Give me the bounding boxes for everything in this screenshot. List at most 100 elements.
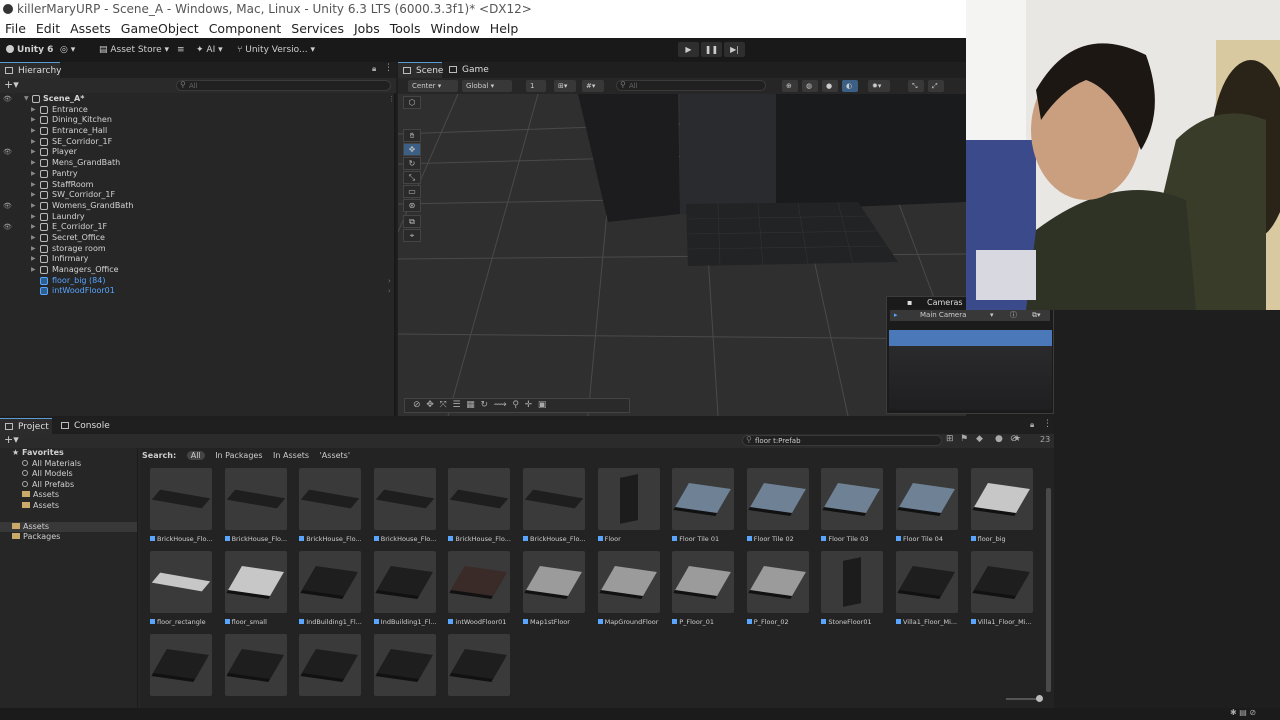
favorite-assets-2[interactable]: Assets [0,501,137,512]
tab-scene[interactable]: Scene [398,62,443,78]
scale-tool[interactable]: ⤡ [403,171,421,184]
layout-menu-button[interactable]: ≡ [177,43,185,58]
asset-tile[interactable]: Floor Tile 03 [821,468,887,546]
expand-arrow-icon[interactable]: ▶ [31,105,36,116]
asset-tile[interactable]: MapGroundFloor [597,551,664,629]
overlay-tool-icon[interactable]: ⊘ ✥ ⤧ ☰ ▦ ↻ ⟿ ⚲ ✛ ▣ [413,400,546,410]
menu-component[interactable]: Component [209,19,282,38]
asset-tile[interactable] [373,634,440,712]
hand-tool[interactable]: ✋︎ [403,129,421,142]
shading-wire[interactable]: ◍ [802,80,818,92]
expand-arrow-icon[interactable]: ▶ [31,244,36,255]
asset-tile[interactable]: P_Floor_01 [672,551,738,629]
open-prefab-arrow-icon[interactable]: › [388,276,391,287]
asset-store-button[interactable]: ▤ Asset Store ▾ [99,43,169,58]
rect-tool[interactable]: ▭ [403,185,421,198]
visibility-icon[interactable]: 👁︎ [3,94,12,105]
filter-assets-folder[interactable]: 'Assets' [320,451,350,460]
snapshot-icon[interactable]: ⧉▾ [1032,310,1041,321]
hierarchy-item[interactable]: ▶ Laundry [0,212,394,223]
asset-tile[interactable]: BrickHouse_Flo... [523,468,589,546]
hierarchy-item[interactable]: ▶ SW_Corridor_1F [0,190,394,201]
probe-tool[interactable]: ⌖ [403,229,421,242]
filter-in-assets[interactable]: In Assets [273,451,309,460]
info-icon[interactable]: ⓘ [1010,310,1017,321]
asset-tile[interactable]: IndBuilding1_Fl... [299,551,365,629]
grid-toggle[interactable]: #▾ [582,80,604,92]
asset-tile[interactable]: floor_big [970,468,1037,546]
account-button[interactable]: Unity 6 [6,43,53,58]
asset-tile[interactable]: BrickHouse_Flo... [299,468,365,546]
hierarchy-item[interactable]: ▶ Dining_Kitchen [0,115,394,126]
tab-console[interactable]: Console [56,418,110,434]
expand-arrow-icon[interactable]: ▶ [31,190,36,201]
scene-viewport[interactable]: ⬡ ✋︎ ✥ ↻ ⤡ ▭ ⊛ ⧉ ⌖ ⊘ ✥ ⤧ ☰ ▦ ↻ ⟿ ⚲ ✛ ▣ [398,94,966,416]
open-prefab-arrow-icon[interactable]: › [388,286,391,297]
asset-tile[interactable]: IndBuilding1_Fl... [373,551,440,629]
hierarchy-item[interactable]: ▶ storage room [0,244,394,255]
kebab-menu-icon[interactable]: ⋮ [384,63,393,73]
play-button[interactable]: ▶ [678,42,699,57]
asset-tile[interactable]: floor_rectangle [150,551,216,629]
project-search-input[interactable]: floor t:Prefab [742,435,942,446]
tab-project[interactable]: Project [0,418,52,434]
menu-help[interactable]: Help [490,19,519,38]
kebab-menu-icon[interactable]: ⋮ [1043,419,1052,429]
root-packages[interactable]: Packages [0,532,137,543]
expand-arrow-icon[interactable]: ▶ [31,201,36,212]
favorite-assets[interactable]: Assets [0,490,137,501]
asset-tile[interactable] [150,634,216,712]
ai-button[interactable]: ✦ AI ▾ [196,43,223,58]
tag-icon[interactable]: ◆ [976,434,983,444]
hierarchy-item[interactable]: 👁︎ ▶ Womens_GrandBath [0,201,394,212]
expand-arrow-icon[interactable]: ▶ [31,169,36,180]
status-icons[interactable]: ✱ ▤ ⊘ [1230,708,1256,717]
search-by-label-icon[interactable]: ⚑ [960,434,968,444]
expand-arrow-icon[interactable]: ▶ [31,265,36,276]
menu-edit[interactable]: Edit [36,19,60,38]
expand-arrow-icon[interactable]: ▶ [31,222,36,233]
asset-tile[interactable]: floor_small [224,551,291,629]
thumbnail-size-slider[interactable] [1006,695,1043,702]
hierarchy-search-input[interactable]: All [176,80,391,91]
shading-lit[interactable]: ◐ [842,80,858,92]
tab-game[interactable]: Game [444,62,494,78]
menu-file[interactable]: File [5,19,26,38]
asset-tile[interactable]: BrickHouse_Flo... [373,468,440,546]
menu-gameobject[interactable]: GameObject [121,19,199,38]
grid-snap-field[interactable]: 1 [526,80,546,92]
hierarchy-item[interactable]: ▶ StaffRoom [0,180,394,191]
menu-window[interactable]: Window [431,19,480,38]
snap-toggle[interactable]: ⊞▾ [554,80,576,92]
favorite-all-models[interactable]: All Models [0,469,137,480]
expand-arrow-icon[interactable]: ▶ [31,115,36,126]
expand-arrow-icon[interactable]: ▶ [31,126,36,137]
expand-arrow-icon[interactable]: ▶ [31,158,36,169]
hierarchy-item[interactable]: ▶ SE_Corridor_1F [0,137,394,148]
asset-tile[interactable] [448,634,514,712]
version-control-button[interactable]: ⑂ Unity Versio... ▾ [237,43,315,58]
shading-solid[interactable]: ● [822,80,838,92]
space-dropdown[interactable]: Global ▾ [462,80,512,92]
filter-all[interactable]: All [186,451,205,460]
view-options-button[interactable]: ⬡ [403,96,421,109]
expand-arrow-icon[interactable]: ▶ [31,180,36,191]
hierarchy-prefab-item[interactable]: intWoodFloor01 › [0,286,394,297]
visibility-icon[interactable]: 👁︎ [3,201,12,212]
expand-arrow-icon[interactable]: ▶ [31,137,36,148]
asset-tile[interactable]: BrickHouse_Flo... [224,468,291,546]
hierarchy-item[interactable]: ▶ Entrance [0,105,394,116]
search-by-type-icon[interactable]: ⊞ [946,434,954,444]
cloud-button[interactable]: ◎ ▾ [60,43,75,58]
custom-tool[interactable]: ⧉ [403,215,421,228]
hierarchy-item[interactable]: ▶ Managers_Office [0,265,394,276]
menu-assets[interactable]: Assets [70,19,111,38]
favorite-all-materials[interactable]: All Materials [0,459,137,470]
hierarchy-item[interactable]: ▶ Pantry [0,169,394,180]
transform-tool[interactable]: ⊛ [403,199,421,212]
asset-tile[interactable] [299,634,365,712]
step-button[interactable]: ▶| [724,42,745,57]
expand-arrow-icon[interactable]: ▶ [31,254,36,265]
asset-tile[interactable]: Map1stFloor [523,551,589,629]
expand-arrow-icon[interactable]: ▶ [31,212,36,223]
